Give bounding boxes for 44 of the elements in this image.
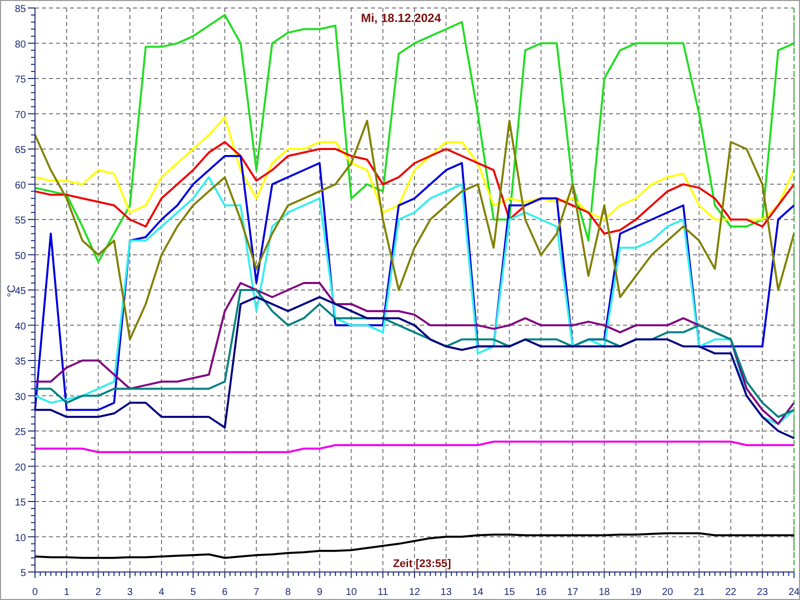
- tick-label: 25: [14, 427, 26, 438]
- tick-label: 70: [14, 110, 26, 121]
- tick-label: 3: [127, 587, 133, 598]
- tick-label: 8: [285, 587, 291, 598]
- tick-label: 35: [14, 356, 26, 368]
- tick-label: 20: [14, 462, 26, 474]
- tick-label: 23: [756, 587, 768, 598]
- tick-label: 80: [14, 39, 26, 50]
- tick-label: 85: [14, 4, 26, 15]
- tick-label: 5: [20, 568, 26, 579]
- tick-label: 17: [567, 587, 578, 598]
- axis-label: Zeit [23:55]: [392, 558, 452, 570]
- tick-label: 22: [725, 587, 736, 598]
- chart-title: Mi, 18.12.2024: [360, 11, 442, 25]
- tick-label: 15: [14, 498, 26, 508]
- tick-label: 50: [14, 250, 26, 262]
- tick-label: 65: [14, 145, 26, 156]
- tick-label: 1: [64, 587, 70, 598]
- tick-label: 6: [222, 587, 228, 598]
- tick-label: 20: [662, 587, 674, 598]
- tick-label: 30: [14, 392, 26, 403]
- tick-label: 16: [535, 587, 547, 598]
- tick-label: 15: [504, 587, 515, 598]
- tick-label: 10: [14, 532, 26, 544]
- tick-label: 24: [788, 587, 799, 598]
- tick-label: 4: [158, 587, 164, 598]
- tick-label: 11: [378, 587, 388, 598]
- tick-label: 0: [32, 587, 38, 598]
- tick-label: 5: [190, 587, 196, 598]
- tick-label: 9: [316, 587, 322, 598]
- tick-label: 40: [14, 321, 26, 332]
- tick-label: 14: [472, 587, 484, 598]
- tick-label: 45: [14, 286, 26, 297]
- tick-label: 7: [254, 587, 260, 598]
- tick-label: 60: [14, 180, 26, 192]
- tick-label: 13: [440, 587, 452, 598]
- tick-label: 19: [630, 587, 642, 598]
- tick-label: 21: [694, 587, 705, 598]
- tick-label: 12: [408, 587, 420, 598]
- tick-label: 2: [95, 587, 102, 598]
- tick-label: 10: [346, 587, 357, 598]
- tick-label: 55: [14, 216, 26, 226]
- tick-label: 75: [14, 74, 26, 86]
- tick-label: 18: [598, 587, 610, 598]
